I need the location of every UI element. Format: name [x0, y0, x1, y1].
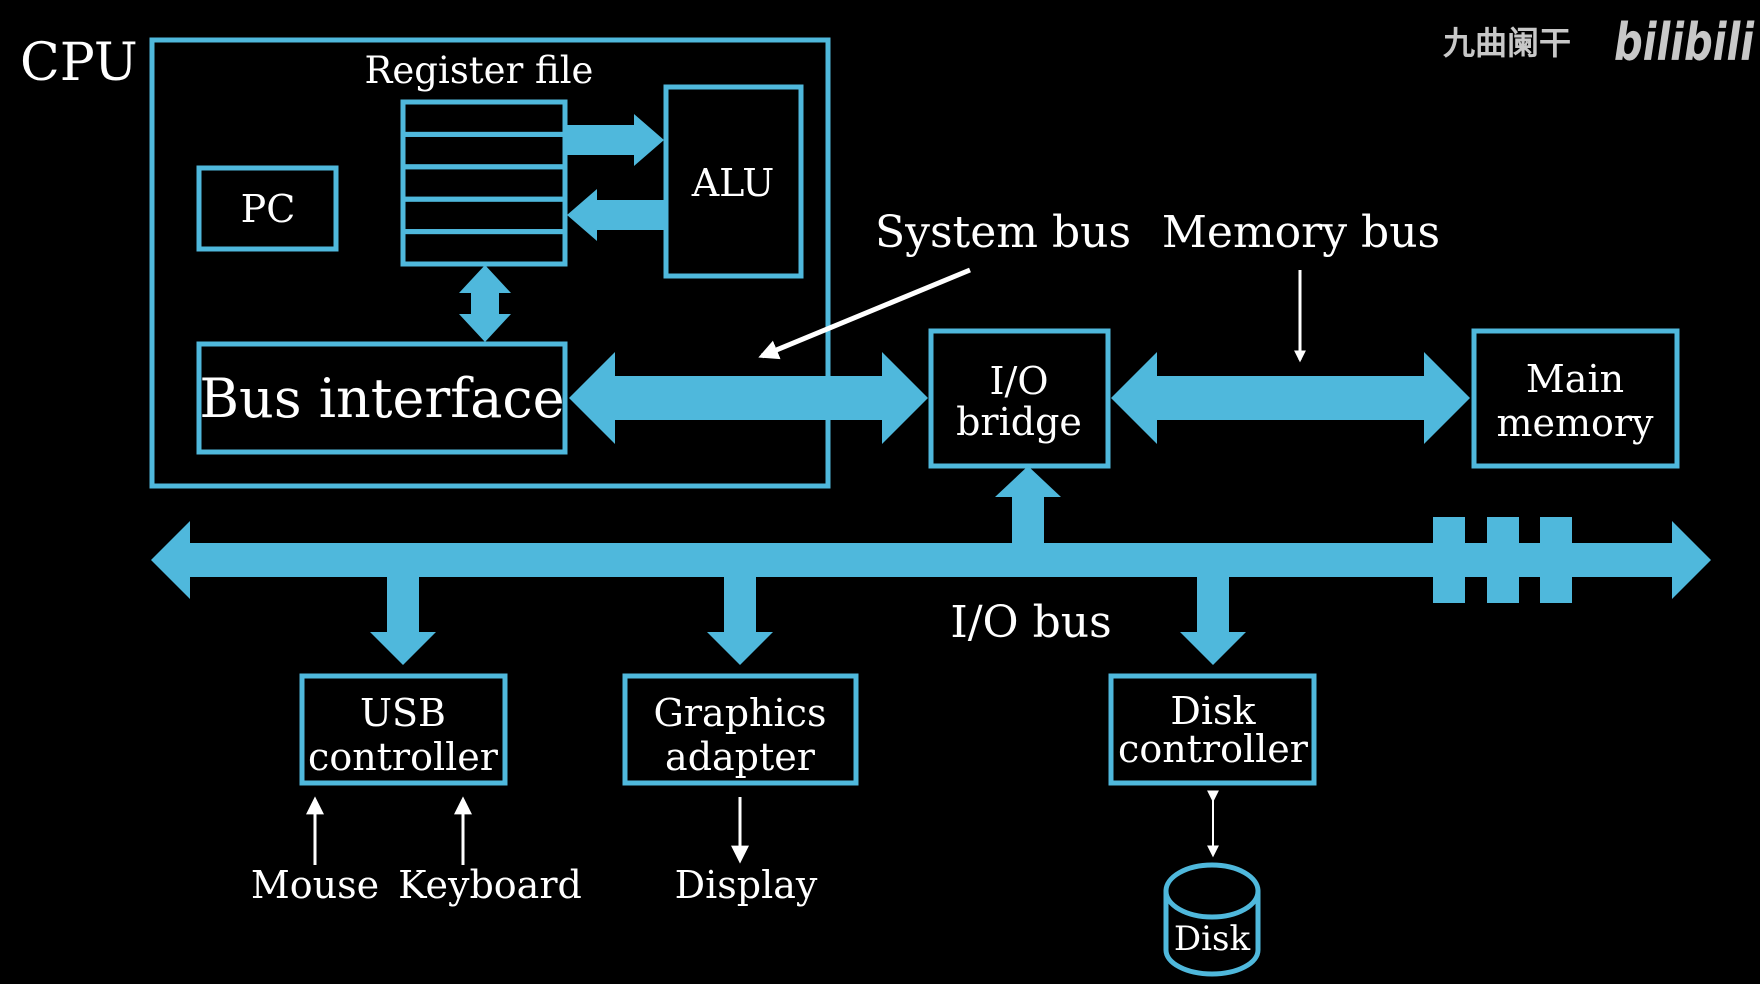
- register-row: [400, 164, 568, 202]
- bilibili-logo-icon: bilibili: [1614, 13, 1755, 73]
- main-memory-label-line2: memory: [1496, 401, 1654, 445]
- io-bus-to-disk-controller-arrow: [1180, 575, 1246, 665]
- pc-label: PC: [241, 187, 296, 231]
- register-row: [400, 229, 568, 267]
- io-bus-to-bridge-arrow: [995, 466, 1061, 545]
- register-file-label: Register file: [365, 49, 594, 92]
- cpu-label: CPU: [20, 33, 138, 93]
- memory-bus-label: Memory bus: [1162, 207, 1440, 258]
- main-memory-label-line1: Main: [1526, 357, 1624, 401]
- register-file: [400, 99, 568, 267]
- keyboard-label: Keyboard: [398, 863, 582, 907]
- bus-interface-label: Bus interface: [199, 367, 564, 430]
- system-bus-label: System bus: [875, 207, 1131, 258]
- alu-to-regfile-arrow: [567, 189, 664, 241]
- graphics-adapter-label-line1: Graphics: [654, 691, 827, 735]
- register-row: [400, 99, 568, 137]
- io-bus-expansion-slots: [1433, 517, 1572, 603]
- io-bridge-label-line2: bridge: [956, 400, 1082, 444]
- system-bus-pointer-arrow: [758, 267, 971, 360]
- system-bus-arrow: [569, 352, 928, 444]
- register-row: [400, 196, 568, 235]
- usb-controller-label-line2: controller: [308, 735, 499, 779]
- memory-bus-arrow: [1111, 352, 1470, 444]
- mouse-label: Mouse: [251, 863, 379, 907]
- register-row: [400, 131, 568, 170]
- io-bus-to-usb-arrow: [370, 575, 436, 665]
- regfile-to-alu-arrow: [565, 114, 664, 166]
- disk-controller-label-line2: controller: [1118, 727, 1309, 771]
- io-bus-arrow: [151, 521, 1711, 599]
- computer-architecture-diagram: 九曲阑干 bilibili CPU Register file ALU PC B…: [20, 13, 1755, 977]
- expansion-slot: [1487, 517, 1519, 603]
- display-label: Display: [675, 863, 818, 907]
- regfile-bus-interface-arrow: [459, 265, 511, 342]
- usb-controller-label-line1: USB: [360, 691, 446, 735]
- expansion-slot: [1433, 517, 1465, 603]
- io-bus-label: I/O bus: [950, 597, 1111, 648]
- expansion-slot: [1540, 517, 1572, 603]
- watermark-author: 九曲阑干: [1443, 24, 1571, 62]
- disk-label: Disk: [1174, 919, 1251, 959]
- io-bridge-label-line1: I/O: [990, 359, 1049, 403]
- graphics-adapter-label-line2: adapter: [665, 735, 816, 779]
- io-bus-to-graphics-arrow: [707, 575, 773, 665]
- alu-label: ALU: [691, 161, 775, 205]
